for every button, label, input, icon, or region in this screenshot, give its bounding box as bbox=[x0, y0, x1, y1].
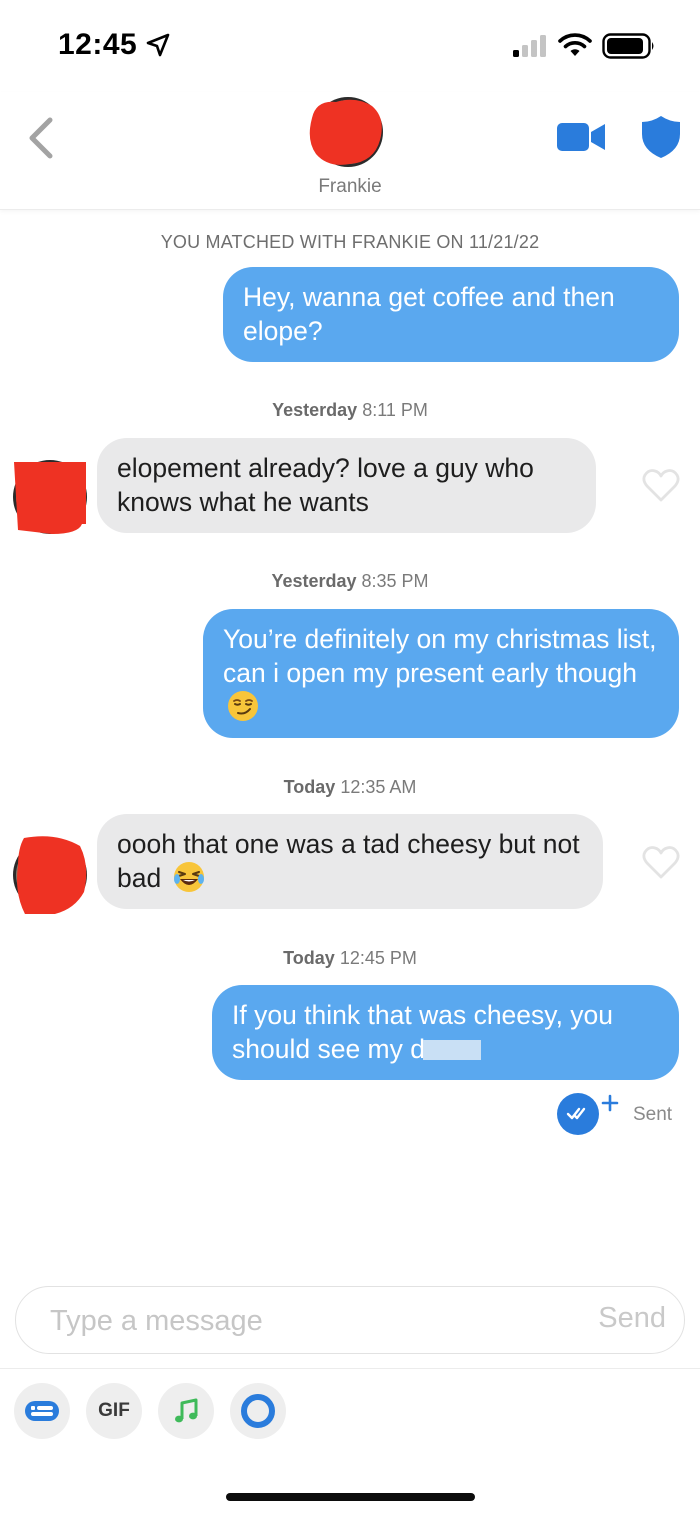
shield-icon[interactable] bbox=[640, 114, 682, 160]
message-bubble-incoming[interactable]: oooh that one was a tad cheesy but not b… bbox=[97, 814, 603, 909]
status-time: 12:45 bbox=[58, 28, 138, 61]
wifi-icon bbox=[558, 33, 592, 56]
sticker-button[interactable] bbox=[14, 1383, 70, 1439]
delivery-status: Sent bbox=[633, 1104, 673, 1125]
chat-header: Frankie bbox=[0, 92, 700, 210]
circle-icon bbox=[241, 1394, 275, 1428]
message-text: elopement already? love a guy who knows … bbox=[117, 453, 534, 517]
gif-label: GIF bbox=[98, 1400, 130, 1421]
message-timestamp: Yesterday 8:11 PM bbox=[0, 400, 700, 421]
match-label: YOU MATCHED WITH FRANKIE ON 11/21/22 bbox=[160, 232, 540, 252]
timestamp-time: 8:35 PM bbox=[361, 571, 429, 591]
contact-avatar[interactable] bbox=[306, 96, 386, 168]
circle-button[interactable] bbox=[230, 1383, 286, 1439]
message-bubble-outgoing[interactable]: Hey, wanna get coffee and then elope? bbox=[223, 267, 679, 362]
location-arrow-icon bbox=[146, 33, 170, 57]
music-button[interactable] bbox=[158, 1383, 214, 1439]
message-bubble-incoming[interactable]: elopement already? love a guy who knows … bbox=[97, 438, 596, 533]
status-bar: 12:45 bbox=[0, 0, 700, 92]
message-bubble-outgoing[interactable]: If you think that was cheesy, you should… bbox=[212, 985, 679, 1080]
video-camera-icon[interactable] bbox=[556, 120, 606, 154]
message-timestamp: Today 12:45 PM bbox=[0, 948, 700, 969]
message-composer: Send bbox=[15, 1286, 685, 1354]
timestamp-day: Today bbox=[283, 948, 335, 968]
smirking-face-emoji bbox=[228, 691, 258, 721]
timestamp-day: Yesterday bbox=[271, 571, 357, 591]
message-bubble-outgoing[interactable]: You’re definitely on my christmas list, … bbox=[203, 609, 679, 738]
divider bbox=[0, 1368, 700, 1369]
send-button[interactable]: Send bbox=[598, 1302, 666, 1335]
message-text: Hey, wanna get coffee and then elope? bbox=[243, 282, 615, 346]
heart-like-icon[interactable] bbox=[642, 846, 680, 880]
sticker-icon bbox=[25, 1401, 59, 1421]
contact-name: Frankie bbox=[318, 176, 382, 197]
laughing-face-emoji bbox=[173, 862, 204, 892]
heart-like-icon[interactable] bbox=[642, 469, 680, 503]
message-input[interactable] bbox=[50, 1301, 530, 1341]
redaction-block bbox=[422, 1040, 481, 1060]
home-indicator bbox=[226, 1493, 475, 1501]
cellular-signal-icon bbox=[513, 35, 546, 57]
gif-button[interactable]: GIF bbox=[86, 1383, 142, 1439]
read-receipt-icon[interactable] bbox=[556, 1092, 620, 1136]
contact-avatar[interactable] bbox=[12, 836, 88, 914]
timestamp-time: 12:35 AM bbox=[340, 777, 417, 797]
message-timestamp: Yesterday 8:35 PM bbox=[0, 571, 700, 592]
timestamp-time: 8:11 PM bbox=[362, 400, 428, 420]
battery-icon bbox=[602, 33, 654, 59]
message-timestamp: Today 12:35 AM bbox=[0, 777, 700, 798]
back-chevron-icon[interactable] bbox=[22, 114, 58, 162]
timestamp-day: Today bbox=[283, 777, 336, 797]
timestamp-time: 12:45 PM bbox=[339, 948, 417, 968]
music-note-icon bbox=[175, 1398, 198, 1423]
contact-avatar[interactable] bbox=[12, 458, 88, 536]
timestamp-day: Yesterday bbox=[272, 400, 358, 420]
message-text: You’re definitely on my christmas list, … bbox=[223, 624, 657, 688]
